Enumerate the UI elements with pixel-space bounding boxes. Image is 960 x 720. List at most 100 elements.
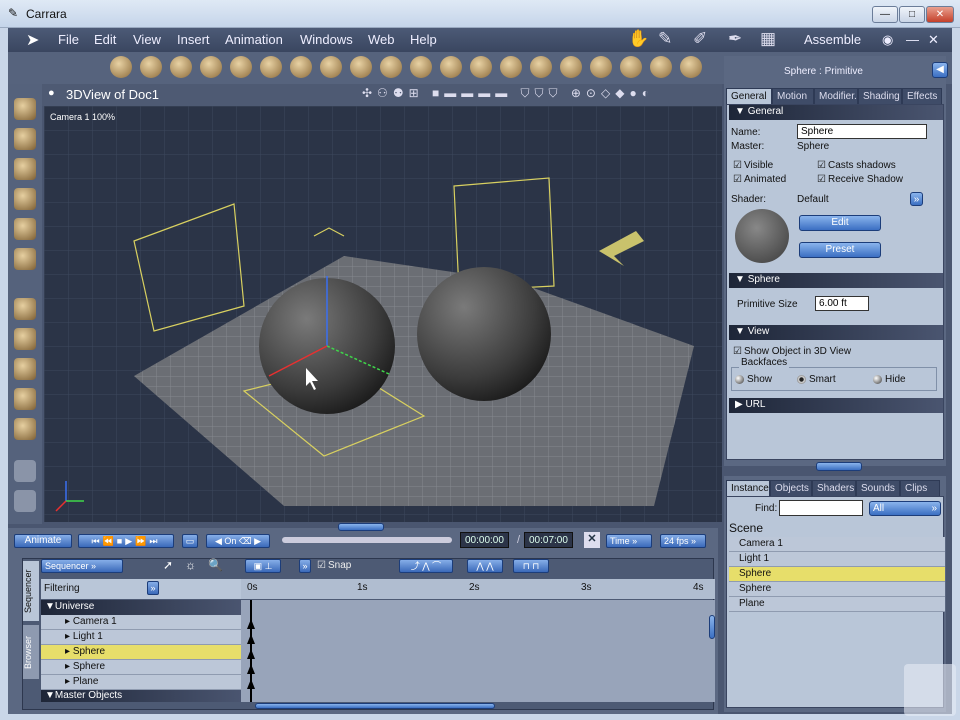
keyframe-marker[interactable]: [247, 664, 255, 674]
tool-icon[interactable]: [650, 56, 672, 78]
close-button[interactable]: ✕: [926, 6, 954, 23]
view-tool-icons[interactable]: ✣⚇⚉⊞ ■▬▬▬▬ ⛉⛉⛉ ⊕⊙◇◆●◐: [362, 86, 654, 101]
tool-icon[interactable]: [110, 56, 132, 78]
tool-icon[interactable]: [530, 56, 552, 78]
current-time-field[interactable]: 00:00:00: [460, 532, 509, 548]
section-sphere[interactable]: ▼ Sphere: [729, 273, 943, 288]
primitive-size-input[interactable]: [815, 296, 869, 311]
tab-browser[interactable]: Browser: [23, 625, 39, 679]
rotate-tool-icon[interactable]: [14, 158, 36, 180]
tab-sequencer[interactable]: Sequencer: [23, 561, 39, 621]
tab-clips[interactable]: Clips: [900, 480, 940, 496]
tool-icon[interactable]: [560, 56, 582, 78]
list-item[interactable]: Light 1: [729, 552, 945, 567]
hand-tool-icon[interactable]: [14, 490, 36, 512]
tool-icon[interactable]: [500, 56, 522, 78]
filter-dropdown[interactable]: All»: [869, 501, 941, 516]
link-tool-icon[interactable]: [14, 248, 36, 270]
list-item-selected[interactable]: Sphere: [729, 567, 945, 582]
tab-instance[interactable]: Instance: [726, 480, 770, 496]
list-item[interactable]: Camera 1: [729, 537, 945, 552]
section-url[interactable]: ▶ URL: [729, 398, 943, 413]
3d-viewport[interactable]: Camera 1 100%: [44, 106, 722, 522]
keyframe-nav-buttons[interactable]: ◀ On ⌫ ▶: [206, 534, 270, 548]
tool-icon[interactable]: [590, 56, 612, 78]
sequencer-row[interactable]: ▸ Camera 1: [41, 615, 241, 630]
model-room-icon[interactable]: ✎: [658, 29, 672, 49]
tool-icon[interactable]: [410, 56, 432, 78]
tab-effects[interactable]: Effects: [902, 88, 942, 104]
track-area[interactable]: [241, 600, 715, 702]
camera-label[interactable]: Camera 1 100%: [50, 112, 115, 122]
backfaces-show-radio[interactable]: Show: [735, 374, 772, 385]
keyframe-marker[interactable]: [247, 634, 255, 644]
menu-web[interactable]: Web: [368, 32, 395, 47]
menu-animation[interactable]: Animation: [225, 32, 283, 47]
keyframe-marker[interactable]: [247, 679, 255, 689]
preset-shader-button[interactable]: Preset: [799, 242, 881, 258]
camera-tool-icon[interactable]: [14, 460, 36, 482]
scale-tool-icon[interactable]: [14, 188, 36, 210]
section-general[interactable]: ▼ General: [729, 105, 943, 120]
room-close-button[interactable]: ✕: [928, 32, 939, 48]
sequencer-row-selected[interactable]: ▸ Sphere: [41, 645, 241, 660]
animated-checkbox[interactable]: Animated: [733, 174, 786, 185]
tool-icon[interactable]: [350, 56, 372, 78]
keyframe-marker[interactable]: [247, 649, 255, 659]
tool-icon[interactable]: [140, 56, 162, 78]
menu-file[interactable]: File: [58, 32, 79, 47]
pan-tool-icon[interactable]: [14, 298, 36, 320]
menu-help[interactable]: Help: [410, 32, 437, 47]
orbit-tool-icon[interactable]: [14, 388, 36, 410]
room-minimize-button[interactable]: —: [906, 32, 919, 47]
box-tool-icon[interactable]: [14, 418, 36, 440]
render-room-icon[interactable]: ▦: [760, 29, 776, 49]
snap-dropdown-button[interactable]: »: [299, 559, 311, 573]
track-tool-icon[interactable]: [14, 358, 36, 380]
tool-icon[interactable]: [380, 56, 402, 78]
time-scrubber[interactable]: [282, 537, 452, 543]
tween-buttons[interactable]: ⤴ ⋀ ⌒: [399, 559, 453, 573]
sequencer-row[interactable]: ▸ Sphere: [41, 660, 241, 675]
tab-shaders[interactable]: Shaders: [812, 480, 856, 496]
tool-icon[interactable]: [440, 56, 462, 78]
shader-dropdown-button[interactable]: »: [910, 192, 923, 206]
tool-icon[interactable]: [620, 56, 642, 78]
menu-insert[interactable]: Insert: [177, 32, 210, 47]
close-x-icon[interactable]: ✕: [584, 532, 600, 548]
tool-icon[interactable]: [230, 56, 252, 78]
visible-checkbox[interactable]: Visible: [733, 160, 773, 171]
tool-icon[interactable]: [290, 56, 312, 78]
transport-controls[interactable]: ⏮⏪■▶⏩⏭: [78, 534, 174, 548]
sphere[interactable]: [417, 267, 551, 401]
view-menu-icon[interactable]: ●: [48, 87, 55, 99]
selection-tool-icon[interactable]: [14, 98, 36, 120]
sequencer-dropdown[interactable]: Sequencer »: [41, 559, 123, 573]
move-tool-icon[interactable]: [14, 128, 36, 150]
eye-icon[interactable]: ◉: [882, 32, 893, 48]
list-item[interactable]: Sphere: [729, 582, 945, 597]
maximize-button[interactable]: □: [899, 6, 925, 23]
end-time-field[interactable]: 00:07:00: [524, 532, 573, 548]
tab-sounds[interactable]: Sounds: [856, 480, 900, 496]
master-objects-group[interactable]: ▼Master Objects: [41, 690, 241, 702]
tab-general[interactable]: General: [726, 88, 772, 104]
keyframe-marker[interactable]: [247, 619, 255, 629]
time-ruler[interactable]: 0s 1s 2s 3s 4s: [241, 579, 715, 599]
filtering-dropdown-button[interactable]: »: [147, 581, 159, 595]
list-item[interactable]: Plane: [729, 597, 945, 612]
tool-icon[interactable]: [320, 56, 342, 78]
loop-button[interactable]: ▭: [182, 534, 198, 548]
name-input[interactable]: [797, 124, 927, 139]
casts-shadows-checkbox[interactable]: Casts shadows: [817, 160, 896, 171]
receive-shadow-checkbox[interactable]: Receive Shadow: [817, 174, 903, 185]
tool-icon[interactable]: [470, 56, 492, 78]
backfaces-smart-radio[interactable]: Smart: [797, 374, 836, 385]
menu-edit[interactable]: Edit: [94, 32, 116, 47]
sequencer-tools[interactable]: ➚☼🔍: [163, 558, 235, 572]
horizontal-scrollbar[interactable]: [255, 703, 495, 709]
edit-shader-button[interactable]: Edit: [799, 215, 881, 231]
collapse-panel-button[interactable]: ◀: [932, 62, 948, 78]
snap-checkbox[interactable]: Snap: [317, 560, 351, 571]
minimize-button[interactable]: —: [872, 6, 898, 23]
